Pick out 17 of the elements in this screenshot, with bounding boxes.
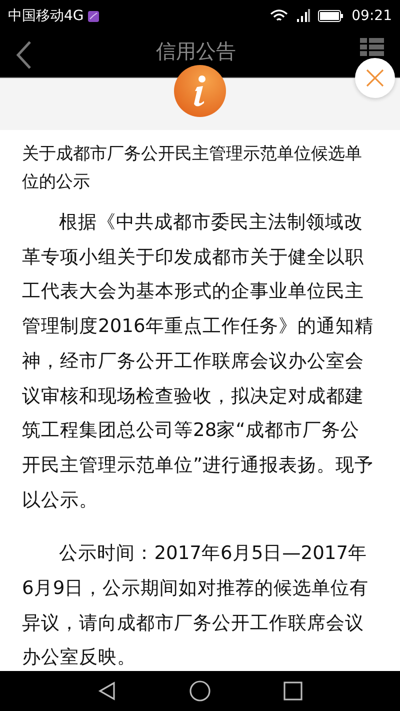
back-nav-icon[interactable] xyxy=(97,681,117,701)
battery-icon xyxy=(318,10,344,22)
wifi-icon xyxy=(270,9,288,23)
article-paragraph: 公示时间：2017年6月5日—2017年6月9日，公示期间如对推荐的候选单位有异议，请向成都市厂务公开工作联席会议办公室反映。 xyxy=(22,542,370,670)
gallery-icon xyxy=(88,10,99,22)
list-icon[interactable] xyxy=(360,38,384,56)
page-title: 信用公告 xyxy=(156,38,236,65)
article-title: 关于成都市厂务公开民主管理示范单位候选单位的公示 xyxy=(22,143,363,194)
back-icon[interactable] xyxy=(16,40,32,68)
clock-time: 09:21 xyxy=(352,6,392,26)
article-paragraph: 根据《中共成都市委民主法制领域改革专项小组关于印发成都市关于健全以职工代表大会为基本形式的企事业单位民主管理制度2016年重点工作任务》的通知精神，经市厂务公开工作联席会议办公室会议审核和现场检查验收，拟决定对成都建筑工程集团总公司等28家“成都市厂务公开民主管理示范单位”进行通报表扬。现予以公示。 xyxy=(22,211,375,513)
recents-nav-icon[interactable] xyxy=(283,681,303,701)
carrier-name: 中国移动4G xyxy=(8,6,84,26)
home-nav-icon[interactable] xyxy=(189,680,211,702)
info-icon xyxy=(173,64,227,118)
signal-icon xyxy=(296,9,310,23)
close-icon xyxy=(365,68,385,88)
